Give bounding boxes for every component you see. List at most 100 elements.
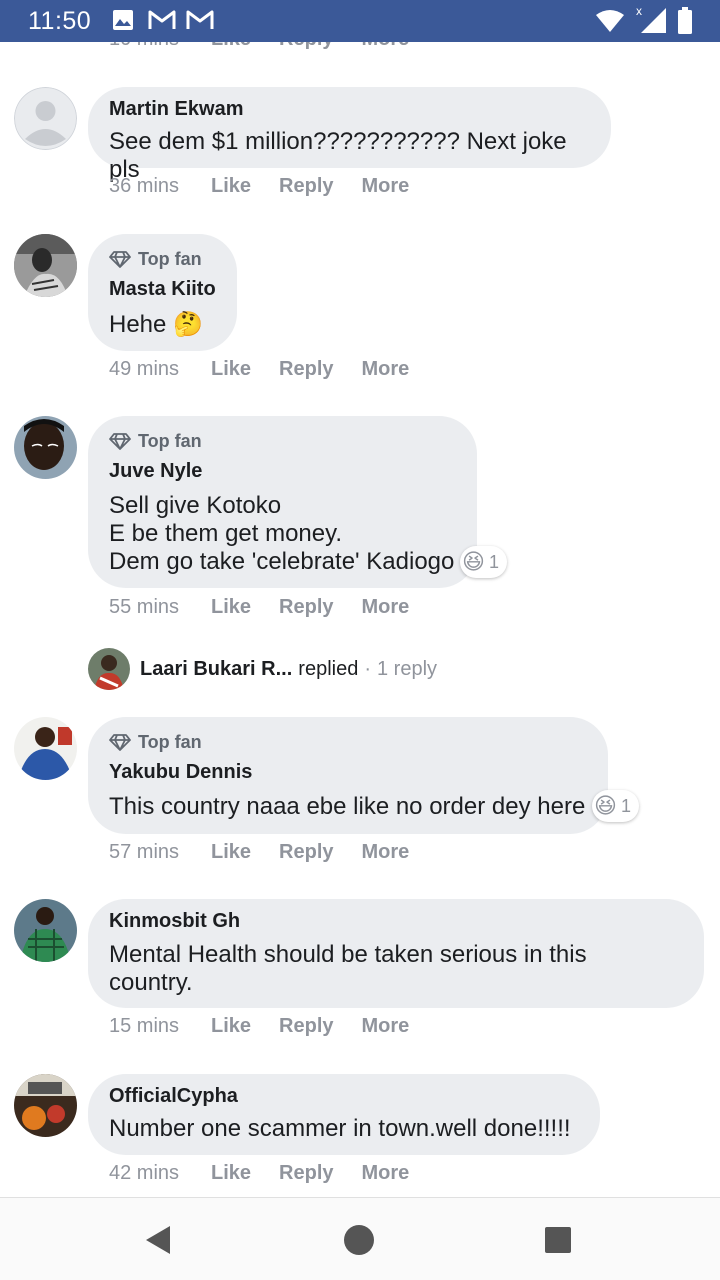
like-button[interactable]: Like [211, 175, 251, 198]
back-icon[interactable] [140, 1222, 176, 1258]
user-photo [14, 899, 77, 962]
user-photo [14, 416, 77, 479]
navigation-bar [0, 1197, 720, 1280]
status-time: 11:50 [28, 7, 92, 35]
reply-action: replied [298, 657, 359, 680]
comment-author[interactable]: Masta Kiito [109, 277, 217, 301]
top-fan-badge: Top fan [109, 730, 588, 754]
comment-time: 15 mins [109, 1015, 180, 1037]
comment-text: Number one scammer in town.well done!!!!… [109, 1115, 571, 1142]
comment-text: Mental Health should be taken serious in… [109, 941, 587, 996]
wifi-icon [596, 10, 624, 32]
more-button[interactable]: More [362, 358, 410, 381]
reply-button[interactable]: Reply [279, 1015, 333, 1038]
gmail-icon [148, 10, 176, 29]
more-button[interactable]: More [362, 175, 410, 198]
comment-text: Hehe 🤔 [109, 311, 203, 338]
comment-time: 49 mins [109, 358, 180, 380]
svg-text:x: x [636, 4, 642, 18]
reply-button[interactable]: Reply [279, 42, 333, 51]
comment-bubble[interactable]: Martin Ekwam See dem $1 million?????????… [88, 87, 611, 183]
gmail-icon [186, 10, 214, 29]
laugh-reaction-icon: 😆 [462, 549, 485, 574]
reply-button[interactable]: Reply [279, 596, 333, 619]
user-photo [14, 234, 77, 297]
avatar [88, 648, 130, 690]
view-replies-link[interactable]: Laari Bukari R... replied · 1 reply [88, 648, 437, 690]
user-photo [14, 1074, 77, 1137]
more-button[interactable]: More [362, 42, 410, 51]
user-photo [14, 717, 77, 780]
user-photo [88, 648, 130, 690]
like-button[interactable]: Like [211, 358, 251, 381]
like-button[interactable]: Like [211, 1162, 251, 1185]
avatar[interactable] [14, 416, 77, 479]
comment-author[interactable]: Yakubu Dennis [109, 760, 588, 784]
comment-actions: 42 mins Like Reply More [109, 1162, 437, 1185]
avatar[interactable] [14, 717, 77, 780]
more-button[interactable]: More [362, 1015, 410, 1038]
reply-button[interactable]: Reply [279, 358, 333, 381]
comment-author[interactable]: Kinmosbit Gh [109, 909, 684, 933]
comment-bubble[interactable]: Top fan Yakubu Dennis This country naaa … [88, 717, 608, 834]
comment-time: 57 mins [109, 841, 180, 863]
partial-comment-actions: 10 mins Like Reply More [109, 42, 409, 51]
like-button[interactable]: Like [211, 596, 251, 619]
comment-text: This country naaa ebe like no order dey … [109, 793, 586, 820]
more-button[interactable]: More [362, 841, 410, 864]
top-fan-badge: Top fan [109, 429, 457, 453]
battery-icon [678, 7, 692, 34]
top-fan-label: Top fan [138, 430, 202, 451]
more-button[interactable]: More [362, 596, 410, 619]
reaction-count: 1 [620, 795, 631, 816]
comment-actions: 57 mins Like Reply More [109, 841, 437, 864]
like-button[interactable]: Like [211, 42, 251, 51]
image-icon [113, 10, 133, 30]
comment-time: 10 mins [109, 42, 183, 51]
reply-author: Laari Bukari R... [140, 657, 293, 680]
comment-bubble[interactable]: Kinmosbit Gh Mental Health should be tak… [88, 899, 704, 1008]
reaction-count: 1 [488, 551, 499, 572]
comment-bubble[interactable]: Top fan Juve Nyle Sell give Kotoko E be … [88, 416, 477, 588]
comment-actions: 49 mins Like Reply More [109, 358, 437, 381]
more-button[interactable]: More [362, 1162, 410, 1185]
top-fan-label: Top fan [138, 248, 202, 269]
comment-author[interactable]: Juve Nyle [109, 459, 457, 483]
reply-count: 1 reply [377, 657, 438, 680]
home-icon[interactable] [341, 1222, 377, 1258]
screen: 11:50 x 10 mins Like Reply More [0, 0, 720, 1280]
avatar[interactable] [14, 87, 77, 150]
comment-author[interactable]: Martin Ekwam [109, 97, 591, 121]
comment-time: 55 mins [109, 596, 180, 618]
laugh-reaction-icon: 😆 [594, 793, 617, 818]
comment-time: 42 mins [109, 1162, 180, 1184]
comment-actions: 55 mins Like Reply More [109, 596, 437, 619]
reply-separator: · [364, 657, 371, 680]
comment-author[interactable]: OfficialCypha [109, 1084, 580, 1108]
diamond-icon [109, 734, 131, 751]
status-bar: 11:50 x [0, 0, 720, 42]
reply-button[interactable]: Reply [279, 841, 333, 864]
like-button[interactable]: Like [211, 1015, 251, 1038]
recents-icon[interactable] [540, 1222, 576, 1258]
avatar[interactable] [14, 234, 77, 297]
comment-time: 36 mins [109, 175, 180, 197]
comment-bubble[interactable]: OfficialCypha Number one scammer in town… [88, 1074, 600, 1155]
top-fan-badge: Top fan [109, 247, 217, 271]
reply-button[interactable]: Reply [279, 175, 333, 198]
avatar[interactable] [14, 1074, 77, 1137]
comment-actions: 36 mins Like Reply More [109, 175, 437, 198]
signal-icon: x [636, 4, 666, 33]
reply-button[interactable]: Reply [279, 1162, 333, 1185]
default-avatar-icon [14, 87, 77, 150]
comments-list[interactable]: 10 mins Like Reply More Martin Ekwam See… [0, 42, 720, 1197]
diamond-icon [109, 433, 131, 450]
avatar[interactable] [14, 899, 77, 962]
like-button[interactable]: Like [211, 841, 251, 864]
reaction-badge[interactable]: 😆 1 [460, 546, 507, 578]
comment-bubble[interactable]: Top fan Masta Kiito Hehe 🤔 [88, 234, 237, 351]
reaction-badge[interactable]: 😆 1 [592, 790, 639, 822]
top-fan-label: Top fan [138, 731, 202, 752]
comment-actions: 15 mins Like Reply More [109, 1015, 437, 1038]
comment-text: Sell give Kotoko E be them get money. De… [109, 492, 455, 575]
